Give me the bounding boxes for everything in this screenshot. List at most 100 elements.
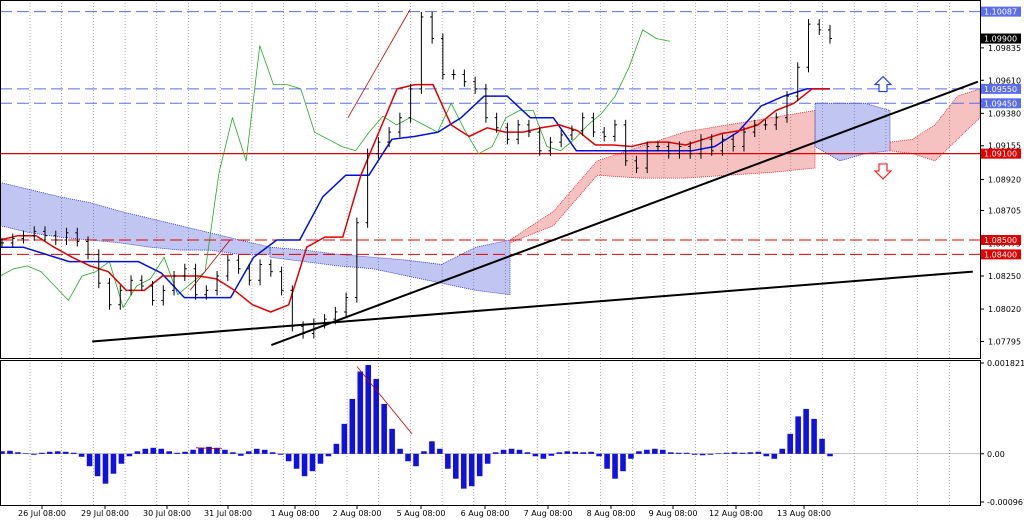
osc-bar	[803, 408, 809, 454]
x-tick-label: 2 Aug 08:00	[333, 509, 382, 518]
osc-bar	[253, 448, 260, 454]
oscillator-histogram	[0, 365, 980, 489]
osc-bar	[691, 453, 698, 455]
osc-bar	[795, 416, 801, 454]
osc-bar	[715, 453, 722, 454]
y-tick-label: 1.08020	[988, 305, 1021, 314]
x-tick-label: 13 Aug 08:00	[777, 509, 831, 518]
x-tick-label: 12 Aug 08:00	[709, 509, 763, 518]
oscillator-panel-frame	[0, 360, 981, 506]
chikou-line	[0, 29, 671, 308]
level-tag-label: 1.09450	[984, 99, 1017, 108]
osc-bar	[787, 433, 793, 454]
osc-bar	[190, 449, 196, 454]
osc-bar	[652, 448, 658, 454]
y-tick-label: 1.08250	[988, 272, 1021, 281]
osc-bar	[819, 438, 825, 454]
level-tag-label: 1.08400	[984, 250, 1017, 259]
x-tick-label: 8 Aug 08:00	[587, 509, 636, 518]
osc-bar	[413, 453, 419, 467]
osc-bar	[230, 452, 236, 454]
osc-bar	[54, 451, 61, 454]
trendlines	[92, 9, 979, 346]
trendline	[92, 270, 973, 343]
level-tag-label: 1.10087	[984, 8, 1017, 17]
osc-bar	[540, 453, 547, 459]
osc-tick-label: 0.0018211	[987, 359, 1024, 368]
osc-bar	[285, 453, 292, 462]
osc-bar	[779, 448, 786, 454]
osc-bar	[723, 452, 730, 454]
x-tick-label: 30 Jul 08:00	[143, 509, 191, 518]
cloud-bear-segment	[814, 102, 891, 162]
osc-bar	[222, 449, 228, 454]
current-price-label: 1.09900	[984, 35, 1017, 44]
osc-bar	[564, 451, 571, 454]
osc-bar	[484, 453, 491, 464]
osc-bar	[739, 452, 746, 454]
osc-bar	[150, 447, 157, 454]
osc-bar	[747, 452, 754, 454]
osc-bar	[317, 453, 324, 464]
osc-bar	[500, 449, 507, 454]
osc-bar	[421, 451, 427, 454]
chart-canvas: 26 Jul 08:00 29 Jul 08:00 30 Jul 08:00 31 J…	[0, 0, 1024, 518]
cloud-bull-segment	[509, 110, 816, 244]
osc-bar	[811, 418, 817, 454]
osc-bar	[476, 453, 483, 477]
osc-bar	[277, 453, 284, 455]
osc-bar	[453, 453, 459, 479]
osc-bar	[660, 449, 666, 454]
osc-bar	[524, 452, 531, 454]
osc-bar	[39, 452, 45, 454]
osc-bar	[301, 453, 308, 477]
osc-bar	[763, 453, 770, 457]
x-tick-label: 29 Jul 08:00	[81, 509, 129, 518]
osc-bar	[429, 441, 435, 454]
osc-bar	[46, 451, 53, 454]
x-tick-label: 6 Aug 08:00	[461, 509, 510, 518]
level-tag-label: 1.09550	[984, 85, 1017, 94]
osc-bar	[70, 452, 77, 454]
x-tick-label: 5 Aug 08:00	[397, 509, 446, 518]
osc-bar	[246, 451, 252, 454]
osc-bar	[532, 453, 539, 457]
osc-bar	[707, 453, 714, 455]
osc-bar	[102, 453, 109, 484]
osc-bar	[460, 453, 467, 489]
osc-bar	[612, 453, 618, 479]
trendline	[271, 80, 979, 346]
osc-bar	[620, 453, 626, 472]
osc-bar	[198, 447, 204, 454]
y-tick-label: 1.09835	[988, 44, 1021, 53]
osc-bar	[182, 451, 188, 454]
osc-bar	[126, 453, 133, 457]
y-tick-label: 1.07795	[988, 337, 1021, 346]
osc-bar	[596, 453, 602, 457]
osc-bar	[572, 451, 579, 454]
down-arrow-icon	[873, 163, 893, 180]
osc-tick-label: 0.00	[987, 450, 1005, 459]
osc-bar	[508, 448, 515, 454]
osc-bar	[437, 448, 443, 454]
osc-bar	[62, 451, 69, 454]
down-arrow-shape	[873, 163, 893, 180]
osc-bar	[341, 423, 348, 454]
osc-bar	[293, 453, 300, 469]
osc-bar	[556, 452, 563, 454]
osc-bar	[675, 452, 682, 454]
osc-bar	[158, 448, 165, 454]
osc-bar	[174, 452, 180, 454]
osc-bar	[269, 452, 276, 454]
osc-bar	[142, 448, 149, 454]
osc-bar	[15, 452, 21, 454]
osc-tick-label: -0.0009676	[987, 498, 1024, 507]
osc-bar	[580, 452, 586, 454]
osc-bar	[468, 453, 475, 487]
cloud-bull-segment	[889, 88, 981, 162]
osc-bar	[238, 453, 244, 456]
osc-bar	[492, 452, 499, 454]
x-tick-label: 31 Jul 08:00	[204, 509, 252, 518]
osc-bar	[349, 398, 356, 454]
x-tick-label: 26 Jul 08:00	[18, 509, 66, 518]
